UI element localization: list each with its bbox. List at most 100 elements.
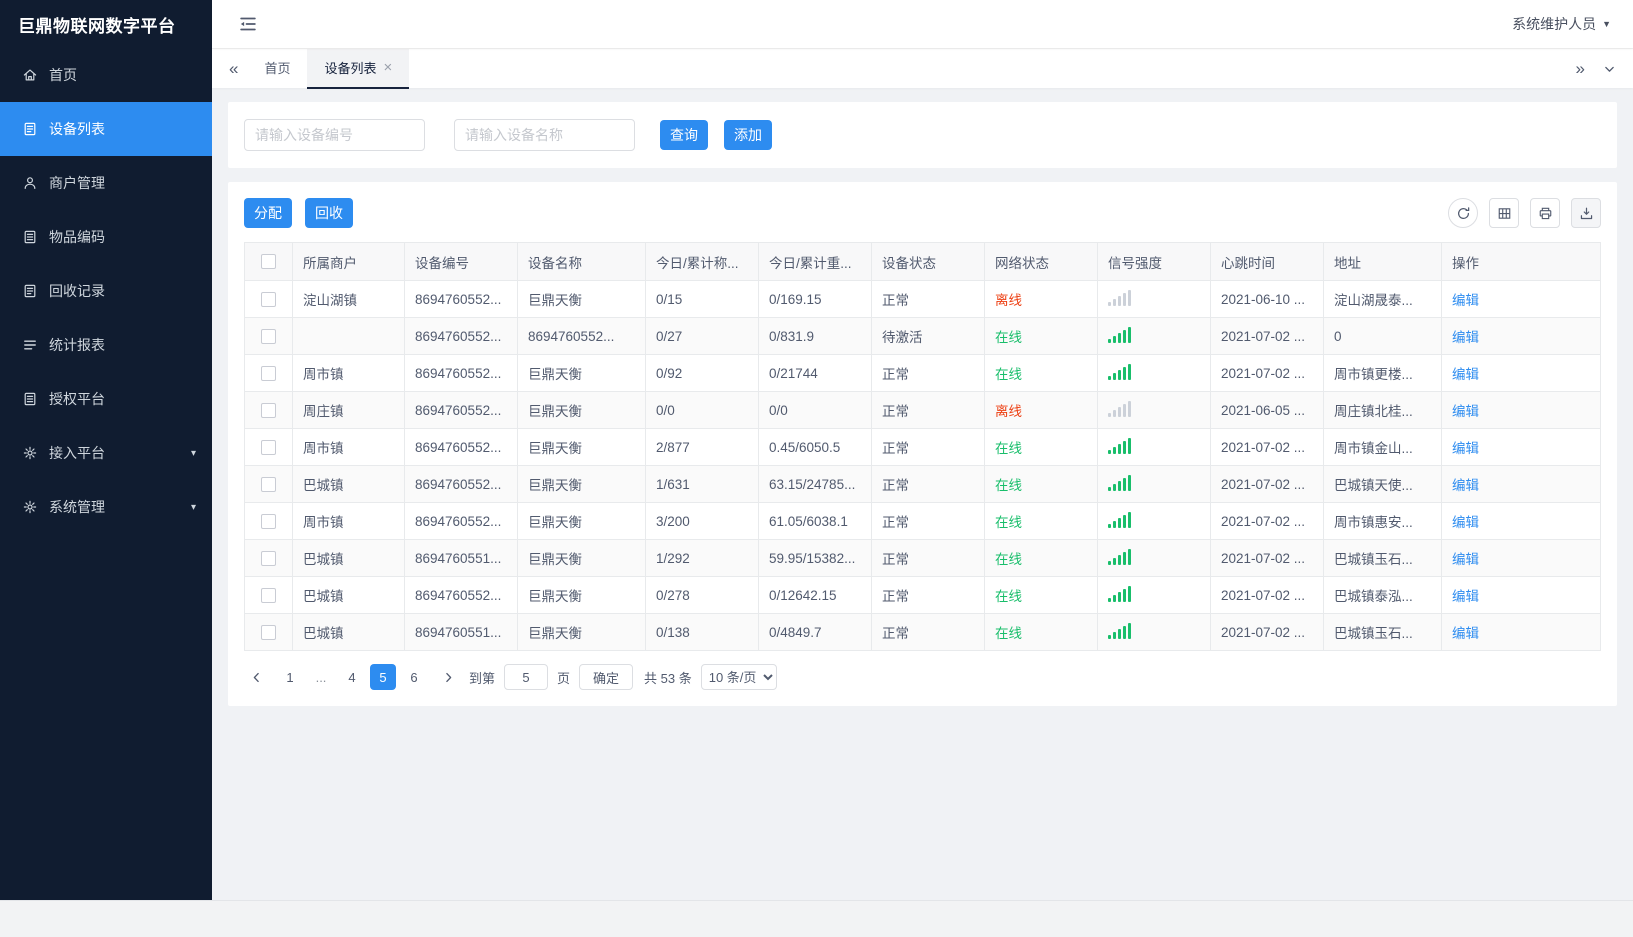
recycle-button[interactable]: 回收	[305, 198, 353, 228]
column-header-signal-strength: 信号强度	[1097, 242, 1211, 281]
edit-link[interactable]: 编辑	[1452, 515, 1479, 530]
row-checkbox[interactable]	[261, 476, 276, 492]
print-button[interactable]	[1530, 198, 1560, 228]
sidebar-item-recycle-records[interactable]: 回收记录	[0, 264, 212, 318]
tabs-menu-button[interactable]	[1594, 49, 1625, 89]
columns-button[interactable]	[1489, 198, 1519, 228]
device-number-cell: 8694760551...	[404, 613, 518, 651]
merchant-cell	[292, 317, 405, 355]
row-checkbox[interactable]	[261, 402, 276, 418]
edit-link[interactable]: 编辑	[1452, 367, 1479, 382]
row-select-cell	[244, 502, 293, 540]
add-button[interactable]: 添加	[724, 120, 772, 150]
table-row: 巴城镇 8694760552... 巨鼎天衡 0/278 0/12642.15 正常 在线 2…	[244, 576, 1601, 614]
allocate-button[interactable]: 分配	[244, 198, 292, 228]
merchant-cell: 巴城镇	[292, 465, 405, 503]
prev-page-button[interactable]	[244, 664, 268, 690]
network-status-badge: 在线	[995, 552, 1022, 567]
sidebar-item-item-coding[interactable]: 物品编码	[0, 210, 212, 264]
device-table: 所属商户 设备编号 设备名称 今日/累计称... 今日/累计重... 设备状态 网络状态 信号…	[244, 242, 1601, 651]
tabs-scroll-right-button[interactable]: »	[1567, 49, 1594, 89]
row-checkbox[interactable]	[261, 365, 276, 381]
tab-home[interactable]: 首页	[247, 49, 307, 89]
column-header-device-status: 设备状态	[871, 242, 985, 281]
today-total-weight-cell: 0/169.15	[758, 280, 872, 318]
collapse-menu-icon	[240, 17, 256, 31]
edit-link[interactable]: 编辑	[1452, 478, 1479, 493]
select-all-checkbox[interactable]	[261, 254, 276, 270]
edit-link[interactable]: 编辑	[1452, 589, 1479, 604]
sidebar-item-label: 统计报表	[49, 337, 105, 353]
heartbeat-cell: 2021-07-02 ...	[1210, 502, 1324, 540]
page-button-4[interactable]: 4	[339, 664, 365, 690]
sidebar-item-access-platform[interactable]: 接入平台 ▾	[0, 426, 212, 480]
row-checkbox[interactable]	[261, 328, 276, 344]
sidebar-item-statistics-report[interactable]: 统计报表	[0, 318, 212, 372]
page-button-6[interactable]: 6	[401, 664, 427, 690]
app-logo: 巨鼎物联网数字平台	[18, 16, 176, 36]
close-icon[interactable]: ×	[384, 60, 393, 75]
page-size-select[interactable]: 10 条/页	[700, 664, 777, 690]
row-select-cell	[244, 354, 293, 392]
collapse-menu-button[interactable]	[238, 14, 258, 34]
row-checkbox[interactable]	[261, 513, 276, 529]
refresh-button[interactable]	[1448, 198, 1478, 228]
user-menu[interactable]: 系统维护人员 ▼	[1512, 14, 1611, 34]
refresh-icon	[1457, 206, 1469, 219]
sidebar-item-system-management[interactable]: 系统管理 ▾	[0, 480, 212, 534]
row-checkbox[interactable]	[261, 587, 276, 603]
sidebar-item-merchant-management[interactable]: 商户管理	[0, 156, 212, 210]
row-checkbox[interactable]	[261, 439, 276, 455]
sidebar-item-device-list[interactable]: 设备列表	[0, 102, 212, 156]
table-head-row: 所属商户 设备编号 设备名称 今日/累计称... 今日/累计重... 设备状态 网络状态 信号…	[244, 242, 1601, 281]
page-button-5[interactable]: 5	[370, 664, 396, 690]
export-button[interactable]	[1571, 198, 1601, 228]
row-checkbox[interactable]	[261, 291, 276, 307]
today-total-weight-cell: 63.15/24785...	[758, 465, 872, 503]
network-status-badge: 在线	[995, 441, 1022, 456]
print-icon	[1539, 207, 1551, 219]
confirm-button[interactable]: 确定	[579, 664, 634, 690]
edit-link[interactable]: 编辑	[1452, 441, 1479, 456]
device-status-cell: 待激活	[871, 317, 985, 355]
total-count: 共 53 条	[644, 670, 692, 686]
goto-page-input[interactable]	[504, 664, 549, 690]
signal-strength-cell	[1097, 502, 1211, 540]
row-checkbox[interactable]	[261, 550, 276, 566]
sidebar-item-label: 系统管理	[49, 499, 105, 515]
merchant-cell: 巴城镇	[292, 613, 405, 651]
sidebar-item-home[interactable]: 首页	[0, 48, 212, 102]
signal-strength-icon	[1108, 326, 1131, 343]
device-number-input[interactable]	[244, 119, 425, 151]
device-status-cell: 正常	[871, 539, 985, 577]
tabs-scroll-left-button[interactable]: «	[220, 49, 247, 89]
today-total-count-cell: 2/877	[645, 428, 759, 466]
edit-link[interactable]: 编辑	[1452, 330, 1479, 345]
edit-link[interactable]: 编辑	[1452, 293, 1479, 308]
row-checkbox[interactable]	[261, 624, 276, 640]
table-row: 周庄镇 8694760552... 巨鼎天衡 0/0 0/0 正常 离线 2021-06-05…	[244, 391, 1601, 429]
heartbeat-cell: 2021-06-05 ...	[1210, 391, 1324, 429]
merchant-cell: 周市镇	[292, 502, 405, 540]
sidebar-item-authorization-platform[interactable]: 授权平台	[0, 372, 212, 426]
today-total-weight-cell: 61.05/6038.1	[758, 502, 872, 540]
goto-label: 到第	[469, 670, 496, 686]
next-page-button[interactable]	[436, 664, 460, 690]
network-status-cell: 在线	[984, 317, 1098, 355]
page-button-1[interactable]: 1	[277, 664, 303, 690]
column-header-heartbeat-time: 心跳时间	[1210, 242, 1324, 281]
tab-bar-tabs: 首页 设备列表 ×	[247, 48, 410, 89]
query-button[interactable]: 查询	[660, 120, 708, 150]
tab-device-list[interactable]: 设备列表 ×	[307, 48, 410, 89]
heartbeat-cell: 2021-07-02 ...	[1210, 428, 1324, 466]
device-name-input[interactable]	[454, 119, 635, 151]
network-status-cell: 在线	[984, 465, 1098, 503]
row-select-cell	[244, 465, 293, 503]
edit-link[interactable]: 编辑	[1452, 552, 1479, 567]
device-number-cell: 8694760552...	[404, 428, 518, 466]
device-status-cell: 正常	[871, 502, 985, 540]
tab-label: 首页	[264, 61, 291, 76]
sidebar-item-label: 接入平台	[49, 445, 105, 461]
edit-link[interactable]: 编辑	[1452, 626, 1479, 641]
edit-link[interactable]: 编辑	[1452, 404, 1479, 419]
